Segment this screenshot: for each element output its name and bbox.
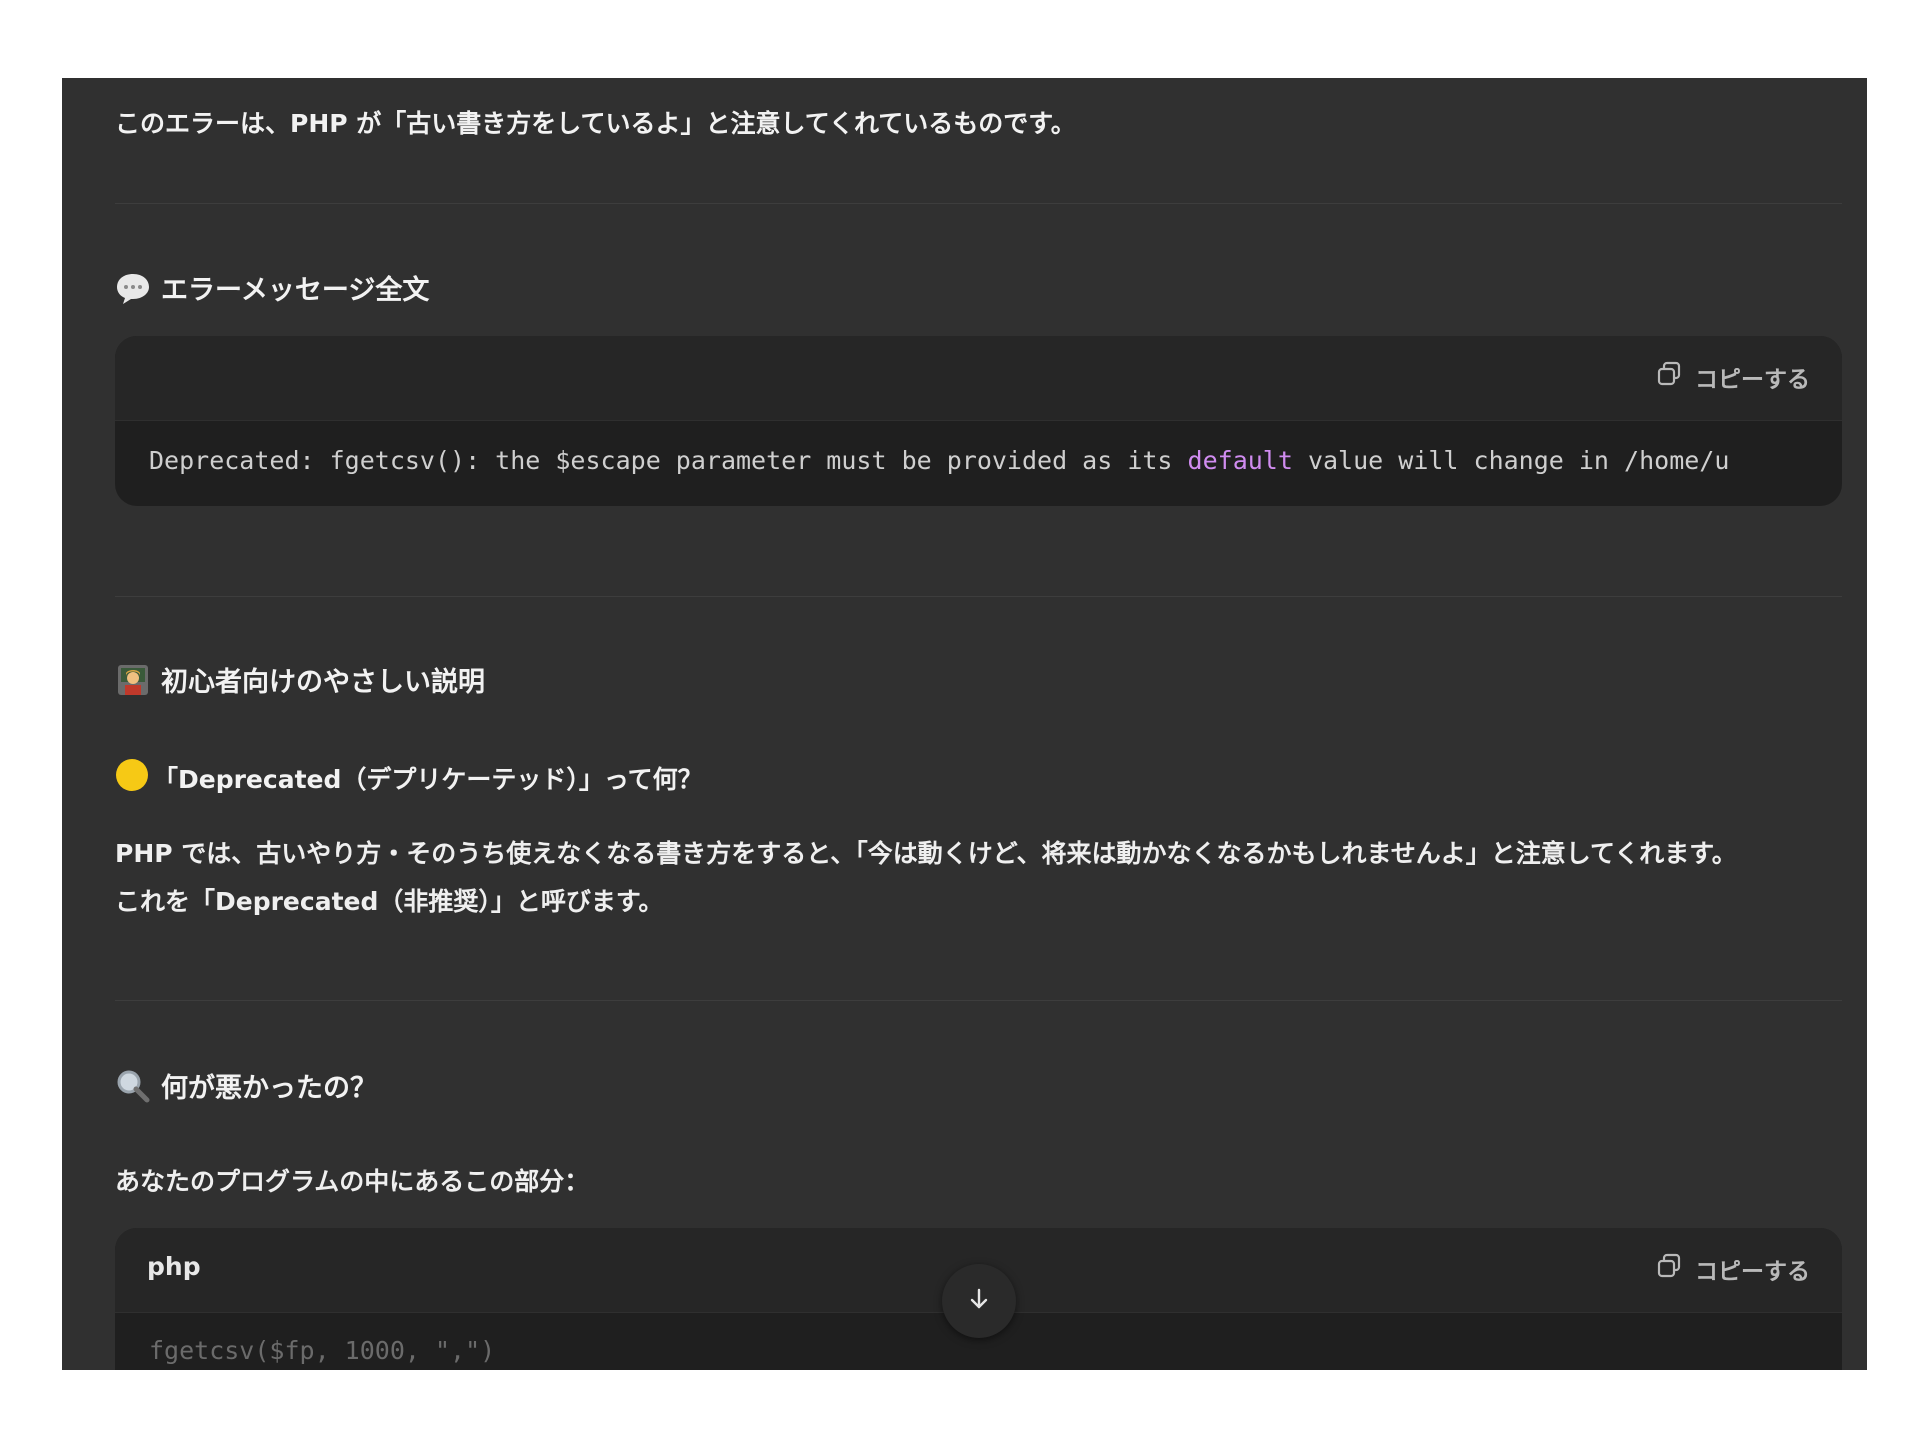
scroll-to-bottom-button[interactable]: [942, 1264, 1016, 1338]
yellow-circle-icon: [115, 758, 149, 798]
copy-button[interactable]: コピーする: [1655, 1252, 1810, 1286]
code-keyword: default: [1187, 446, 1293, 475]
code-text-tail: value will change in /home/u: [1292, 446, 1730, 475]
lead-text: あなたのプログラムの中にあるこの部分：: [115, 1167, 590, 1196]
section-title: エラーメッセージ全文: [161, 275, 430, 306]
subheading-text: 「Deprecated（デプリケーテッド）」って何？: [153, 765, 703, 794]
section-title: 何が悪かったの？: [161, 1073, 377, 1104]
code-language-label: php: [147, 1252, 201, 1281]
divider: [115, 1000, 1842, 1001]
section-heading-error: エラーメッセージ全文: [115, 268, 429, 307]
arrow-down-icon: [966, 1286, 992, 1316]
explanation-paragraph: PHP では、古いやり方・そのうち使えなくなる書き方をすると、「今は動くけど、将…: [115, 830, 1737, 926]
intro-text: このエラーは、PHP が「古い書き方をしているよ」と注意してくれているものです。: [115, 109, 1076, 138]
speech-bubble-icon: [115, 270, 151, 306]
copy-icon: [1655, 1252, 1683, 1286]
subheading-deprecated: 「Deprecated（デプリケーテッド）」って何？: [115, 758, 703, 798]
code-line: Deprecated: fgetcsv(): the $escape param…: [149, 446, 1729, 475]
paragraph-line: これを「Deprecated（非推奨）」と呼びます。: [115, 887, 664, 916]
section-title: 初心者向けのやさしい説明: [161, 667, 485, 698]
section-heading-cause: 何が悪かったの？: [115, 1066, 377, 1105]
code-line-faded: fgetcsv($fp, 1000, ","): [149, 1336, 496, 1365]
error-code-block: コピーする Deprecated: fgetcsv(): the $escape…: [115, 336, 1842, 506]
chat-message-panel: このエラーは、PHP が「古い書き方をしているよ」と注意してくれているものです。…: [62, 78, 1867, 1370]
copy-label: コピーする: [1695, 1259, 1810, 1285]
code-block-header: コピーする: [115, 336, 1842, 421]
divider: [115, 596, 1842, 597]
code-text: Deprecated: fgetcsv(): the $escape param…: [149, 446, 1188, 475]
teacher-icon: [115, 662, 151, 698]
divider: [115, 203, 1842, 204]
copy-icon: [1655, 360, 1683, 394]
section-heading-beginner: 初心者向けのやさしい説明: [115, 660, 485, 699]
copy-button[interactable]: コピーする: [1655, 360, 1810, 394]
paragraph-line: PHP では、古いやり方・そのうち使えなくなる書き方をすると、「今は動くけど、将…: [115, 839, 1737, 868]
magnifier-icon: [115, 1068, 151, 1104]
copy-label: コピーする: [1695, 367, 1810, 393]
